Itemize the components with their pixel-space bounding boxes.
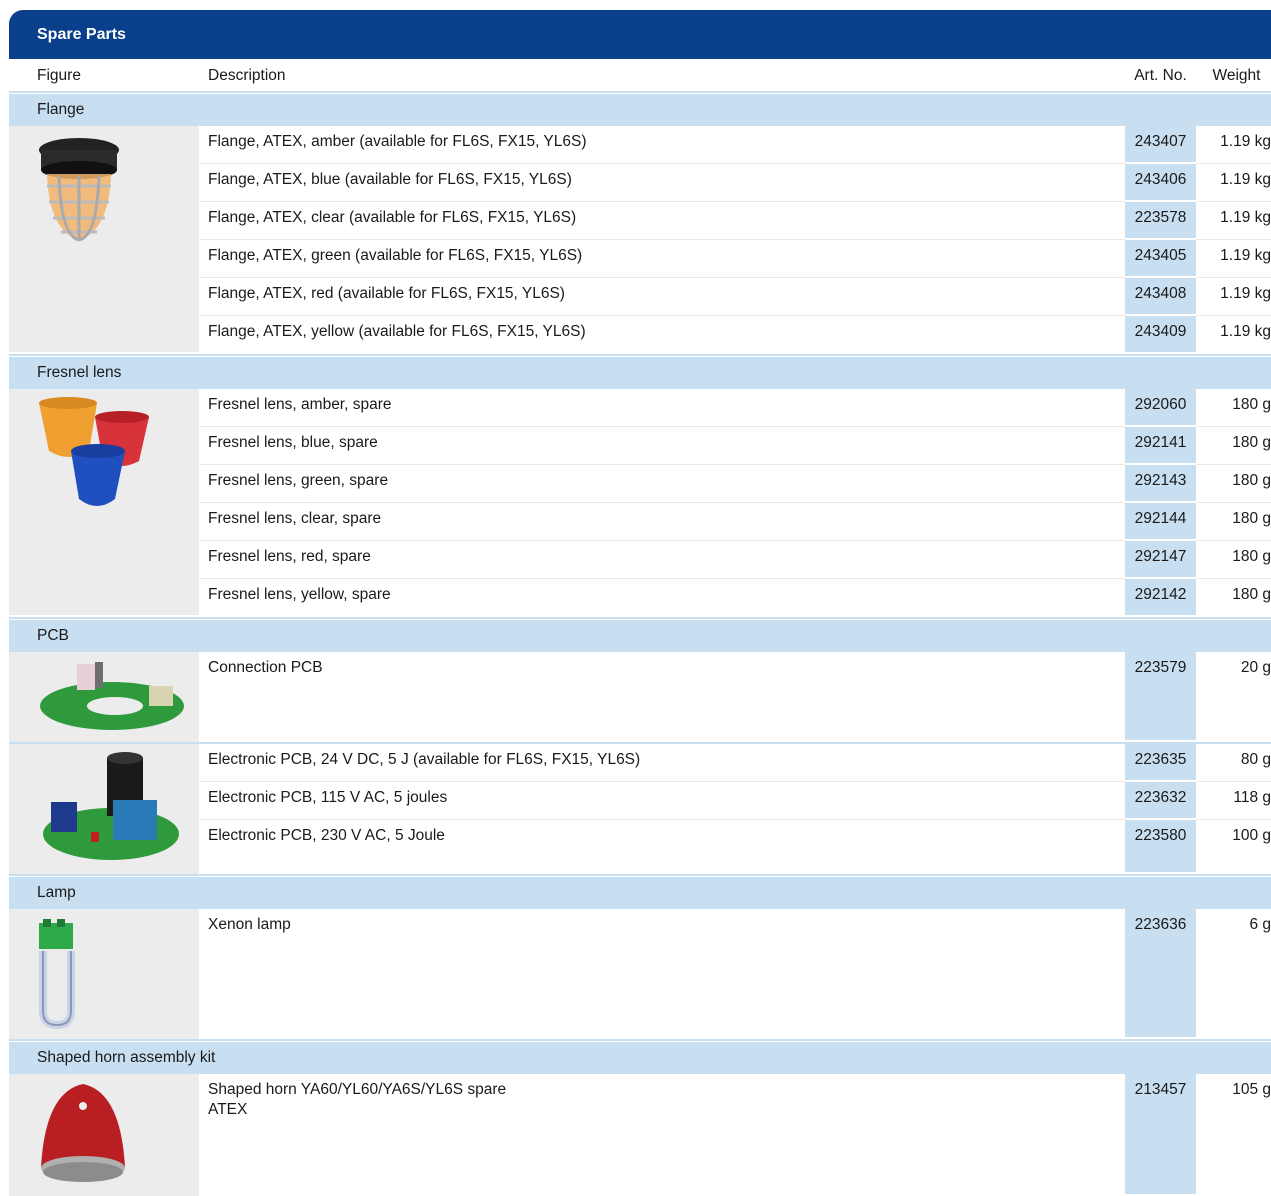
group-items: Fresnel lens, amber, spare 292060 180 g Fr…	[199, 389, 1271, 617]
group-header-flange: Flange	[9, 93, 1271, 126]
group-items: Connection PCB 223579 20 g	[199, 652, 1271, 742]
electronic-pcb-icon	[43, 752, 179, 860]
table-row: Flange, ATEX, amber (available for FL6S,…	[199, 126, 1271, 164]
group-header-fresnel-lens: Fresnel lens	[9, 356, 1271, 389]
table-row: Flange, ATEX, blue (available for FL6S, …	[199, 164, 1271, 202]
figure-cell	[9, 909, 199, 1039]
table-row: Electronic PCB, 115 V AC, 5 joules 223632…	[199, 782, 1271, 820]
group-header-lamp: Lamp	[9, 876, 1271, 909]
figure-cell	[9, 652, 199, 742]
col-figure: Figure	[37, 67, 81, 84]
fresnel-lens-icon	[39, 397, 149, 506]
col-weight: Weight	[1212, 67, 1261, 84]
table-row: Flange, ATEX, clear (available for FL6S,…	[199, 202, 1271, 240]
group-items: Xenon lamp 223636 6 g	[199, 909, 1271, 1039]
table-row: Connection PCB 223579 20 g	[199, 652, 1271, 742]
column-header-row: Figure Description Art. No. Weight	[9, 59, 1271, 93]
group-header-shaped-horn: Shaped horn assembly kit	[9, 1041, 1271, 1074]
description-line: Shaped horn YA60/YL60/YA6S/YL6S spare	[208, 1081, 507, 1098]
flange-beacon-icon	[39, 138, 119, 242]
group-block-fresnel-lens: Fresnel lens, amber, spare 292060 180 g Fr…	[9, 389, 1271, 619]
table-row: Flange, ATEX, yellow (available for FL6S…	[199, 316, 1271, 354]
table-row: Fresnel lens, blue, spare 292141 180 g	[199, 427, 1271, 465]
table-row: Electronic PCB, 230 V AC, 5 Joule 223580 1…	[199, 820, 1271, 874]
figure-cell	[9, 744, 199, 874]
table-title: Spare Parts	[9, 10, 1271, 59]
group-block-flange: Flange, ATEX, amber (available for FL6S,…	[9, 126, 1271, 356]
spare-parts-table: Spare Parts Figure Description Art. No. …	[9, 10, 1271, 1196]
xenon-lamp-icon	[39, 919, 75, 1030]
group-header-pcb: PCB	[9, 619, 1271, 652]
figure-cell	[9, 126, 199, 352]
table-row: Fresnel lens, amber, spare 292060 180 g	[199, 389, 1271, 427]
table-row: Fresnel lens, clear, spare 292144 180 g	[199, 503, 1271, 541]
group-block-electronic-pcb: Electronic PCB, 24 V DC, 5 J (available …	[9, 744, 1271, 876]
group-items: Flange, ATEX, amber (available for FL6S,…	[199, 126, 1271, 354]
table-row: Fresnel lens, yellow, spare 292142 180 g	[199, 579, 1271, 617]
group-block-lamp: Xenon lamp 223636 6 g	[9, 909, 1271, 1041]
connection-pcb-icon	[40, 662, 184, 730]
figure-cell	[9, 1074, 199, 1196]
table-row: Fresnel lens, red, spare 292147 180 g	[199, 541, 1271, 579]
group-block-shaped-horn: Shaped horn YA60/YL60/YA6S/YL6S spare AT…	[9, 1074, 1271, 1196]
group-items: Shaped horn YA60/YL60/YA6S/YL6S spare AT…	[199, 1074, 1271, 1196]
table-row: Flange, ATEX, red (available for FL6S, F…	[199, 278, 1271, 316]
table-row: Shaped horn YA60/YL60/YA6S/YL6S spare AT…	[199, 1074, 1271, 1196]
group-block-connection-pcb: Connection PCB 223579 20 g	[9, 652, 1271, 744]
table-row: Xenon lamp 223636 6 g	[199, 909, 1271, 1039]
table-row: Electronic PCB, 24 V DC, 5 J (available …	[199, 744, 1271, 782]
col-description: Description	[208, 67, 286, 84]
group-items: Electronic PCB, 24 V DC, 5 J (available …	[199, 744, 1271, 874]
table-row: Flange, ATEX, green (available for FL6S,…	[199, 240, 1271, 278]
table-row: Fresnel lens, green, spare 292143 180 g	[199, 465, 1271, 503]
col-art-no: Art. No.	[1134, 67, 1187, 84]
description-line: ATEX	[208, 1101, 248, 1118]
horn-icon	[41, 1084, 125, 1182]
figure-cell	[9, 389, 199, 615]
